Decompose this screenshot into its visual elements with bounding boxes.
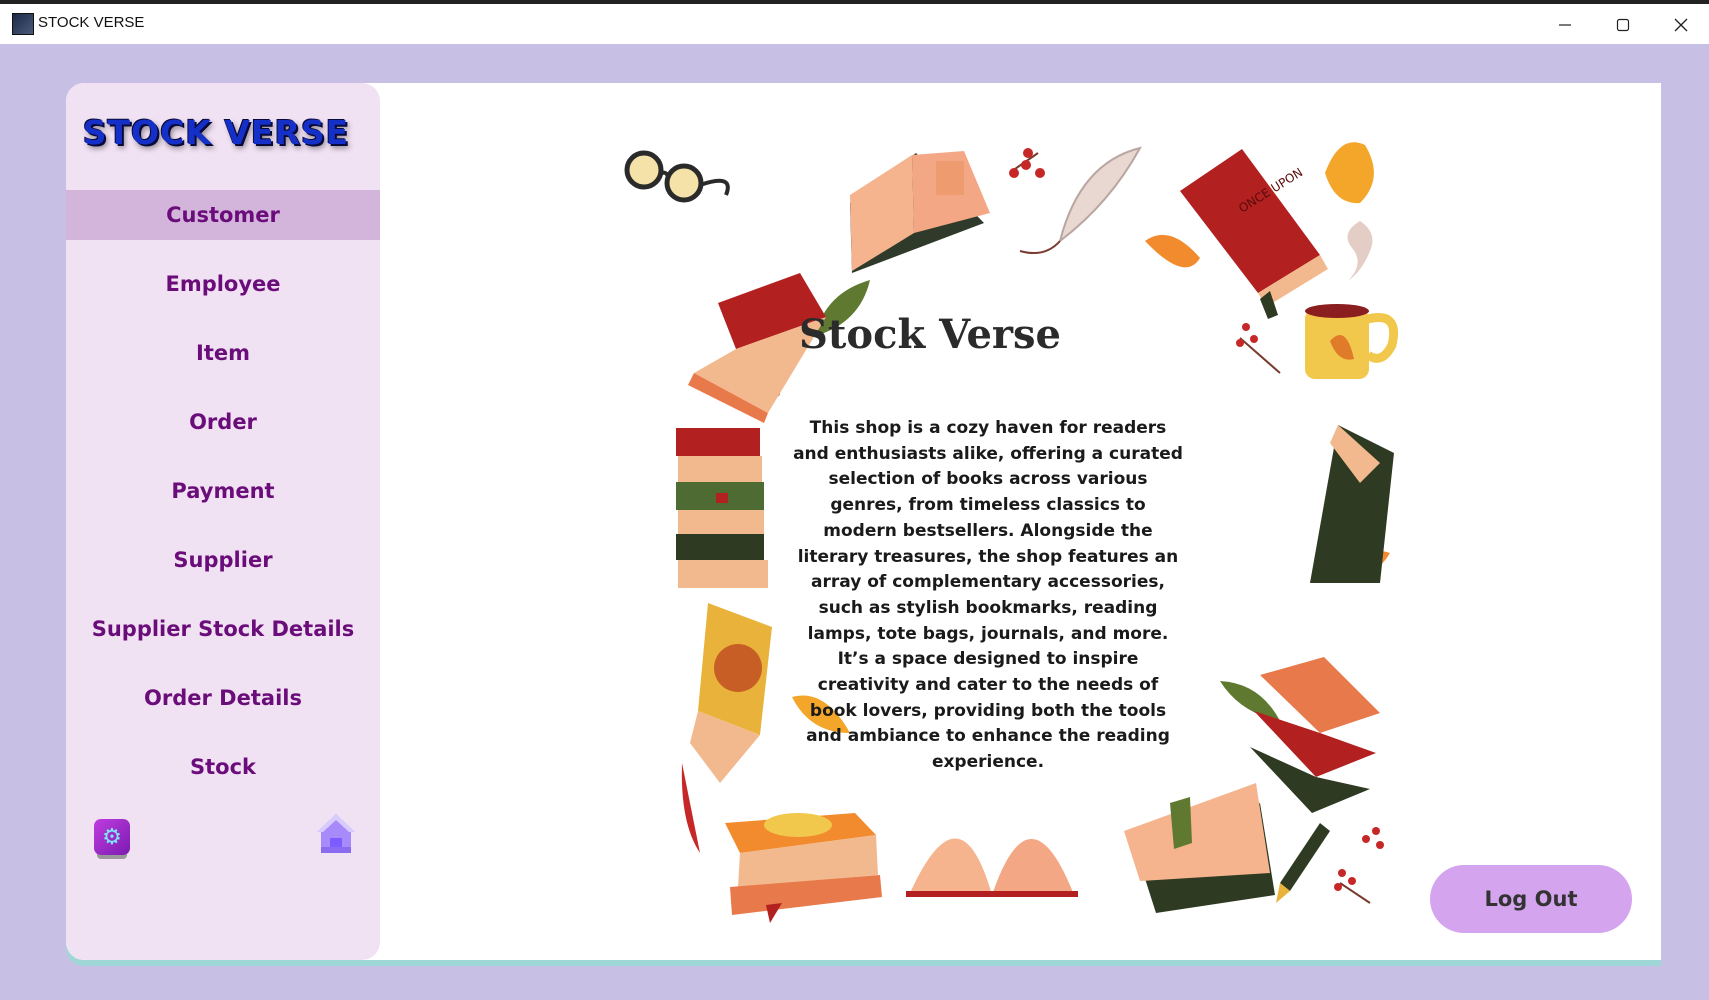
sidebar-item-supplier-stock-details[interactable]: Supplier Stock Details [66,604,380,654]
sidebar-item-customer[interactable]: Customer [66,190,380,240]
window-title: STOCK VERSE [38,14,145,31]
book-stack-icon [1250,657,1380,813]
berries-icon [1334,827,1384,904]
feather-icon [681,763,700,853]
green-book-icon [1310,425,1394,583]
open-book-icon [850,151,990,273]
content-area: ONCE UPON Stock Verse This shop is a coz… [380,83,1661,960]
sidebar-item-item[interactable]: Item [66,328,380,378]
sidebar-item-payment[interactable]: Payment [66,466,380,516]
berries-icon [1009,148,1045,178]
tea-cup-icon [1305,304,1398,379]
sidebar: STOCK VERSE Customer Employee Item Order… [66,83,380,960]
main-card: STOCK VERSE Customer Employee Item Order… [66,83,1661,960]
home-icon [317,814,355,853]
logout-button[interactable]: Log Out [1430,865,1632,933]
maximize-icon[interactable] [1594,8,1652,42]
green-leaf-icon [1220,681,1280,721]
book-stack-icon [1124,783,1275,913]
app-icon [12,13,34,35]
steam-icon [1347,221,1373,281]
home-button[interactable] [315,811,357,855]
close-icon[interactable] [1652,8,1709,42]
window-titlebar: STOCK VERSE [0,0,1709,44]
berries-icon [1236,323,1281,374]
feather-icon [1019,146,1142,254]
yellow-book-icon [690,603,772,783]
sidebar-item-supplier[interactable]: Supplier [66,535,380,585]
sidebar-item-order-details[interactable]: Order Details [66,673,380,723]
page-title: Stock Verse [799,311,1061,358]
book-stack-icon [725,813,882,923]
open-book-icon [906,838,1078,897]
minimize-icon[interactable] [1536,8,1594,42]
sidebar-nav: Customer Employee Item Order Payment Sup… [66,190,380,811]
book-stack-icon [676,428,768,588]
brand-logo: STOCK VERSE [82,113,350,152]
shop-description: This shop is a cozy haven for readers an… [793,418,1183,773]
sidebar-item-order[interactable]: Order [66,397,380,447]
autumn-leaf-icon [1145,234,1200,268]
sidebar-item-employee[interactable]: Employee [66,259,380,309]
red-book-icon: ONCE UPON [1180,149,1328,319]
sidebar-item-stock[interactable]: Stock [66,742,380,792]
autumn-leaf-icon [1325,142,1374,204]
glasses-icon [624,150,730,203]
settings-button[interactable]: ⚙ [94,819,130,855]
pen-icon [1276,823,1330,903]
gear-icon: ⚙ [102,824,122,850]
